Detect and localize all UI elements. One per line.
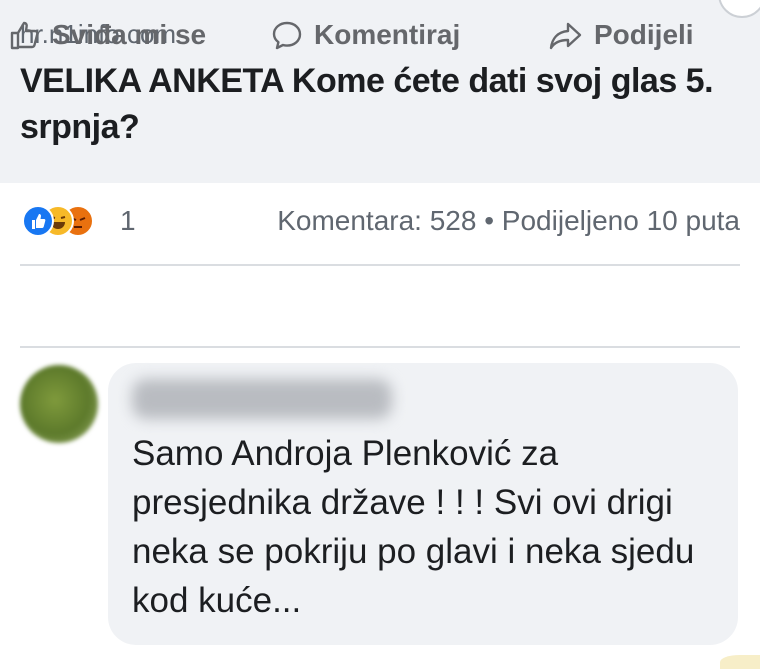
avatar[interactable] [20, 365, 98, 443]
like-button[interactable]: Sviđa mi se [8, 18, 206, 52]
comments-shares-count[interactable]: Komentara: 528 • Podijeljeno 10 puta [277, 205, 740, 237]
share-button[interactable]: Podijeli [548, 18, 694, 52]
next-item-edge [720, 655, 760, 669]
thumbs-up-icon [10, 21, 39, 50]
reaction-icons[interactable] [22, 205, 118, 237]
divider [20, 346, 740, 348]
reaction-count[interactable]: 1 [120, 205, 136, 237]
like-label: Sviđa mi se [52, 19, 207, 50]
link-headline[interactable]: VELIKA ANKETA Kome ćete dati svoj glas 5… [20, 58, 720, 150]
speech-bubble-icon [272, 21, 302, 50]
like-icon [22, 205, 54, 237]
share-label: Podijeli [594, 19, 694, 50]
commenter-name-blurred[interactable] [132, 379, 392, 419]
comment-bubble: Samo Androja Plenković za presjednika dr… [108, 363, 738, 645]
close-button[interactable] [718, 0, 760, 18]
share-arrow-icon [549, 22, 582, 50]
comment-label: Komentiraj [314, 19, 461, 50]
divider [20, 264, 740, 266]
comment-text: Samo Androja Plenković za presjednika dr… [132, 434, 695, 620]
comment-button[interactable]: Komentiraj [270, 18, 460, 52]
